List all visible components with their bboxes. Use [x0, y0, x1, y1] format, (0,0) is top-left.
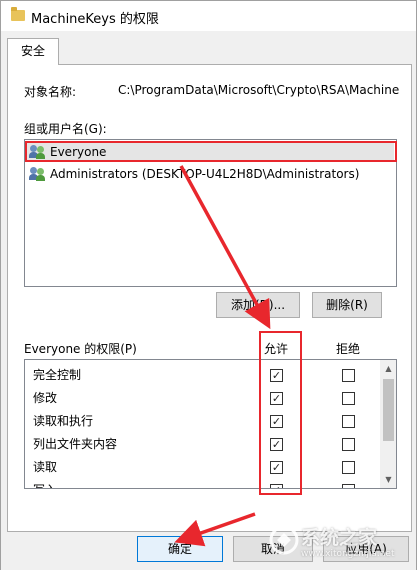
users-icon: [29, 145, 47, 159]
permissions-dialog: MachineKeys 的权限 安全 对象名称: C:\ProgramData\…: [0, 0, 417, 570]
deny-checkbox-modify[interactable]: [342, 392, 355, 405]
deny-checkbox-write[interactable]: [342, 484, 355, 488]
allow-checkbox-read-execute[interactable]: ✓: [270, 415, 283, 428]
permissions-label: Everyone 的权限(P): [24, 342, 137, 356]
list-item-everyone[interactable]: Everyone: [27, 142, 394, 162]
scroll-thumb[interactable]: [383, 379, 394, 441]
list-item-administrators[interactable]: Administrators (DESKTOP-U4L2H8D\Administ…: [27, 164, 394, 184]
scroll-down-icon[interactable]: ▼: [380, 471, 396, 488]
apply-button[interactable]: 应用(A): [323, 536, 409, 562]
deny-checkbox-list-folder[interactable]: [342, 438, 355, 451]
deny-checkbox-read[interactable]: [342, 461, 355, 474]
cancel-button[interactable]: 取消: [233, 536, 313, 562]
folder-icon: [11, 7, 25, 21]
permission-row: 修改: [33, 391, 58, 405]
permission-row: 完全控制: [33, 368, 82, 382]
permission-row: 读取和执行: [33, 414, 94, 428]
permission-row: 读取: [33, 460, 58, 474]
tab-security[interactable]: 安全: [7, 38, 59, 65]
allow-checkbox-write[interactable]: ✓: [270, 484, 283, 488]
permission-scrollbar[interactable]: ▲ ▼: [380, 360, 396, 488]
permission-row: 列出文件夹内容: [33, 437, 118, 451]
deny-column-header: 拒绝: [336, 342, 361, 356]
user-name: Administrators (DESKTOP-U4L2H8D\Administ…: [50, 167, 360, 181]
add-button[interactable]: 添加(D)...: [216, 292, 300, 318]
permission-row: 写入: [33, 479, 57, 488]
allow-checkbox-list-folder[interactable]: ✓: [270, 438, 283, 451]
users-icon: [29, 167, 47, 181]
title-bar[interactable]: MachineKeys 的权限: [1, 1, 416, 31]
deny-checkbox-read-execute[interactable]: [342, 415, 355, 428]
allow-column-header: 允许: [264, 342, 289, 356]
dialog-footer: 确定 取消 应用(A): [1, 532, 416, 570]
scroll-up-icon[interactable]: ▲: [380, 360, 396, 377]
deny-checkbox-full-control[interactable]: [342, 369, 355, 382]
security-panel: 对象名称: C:\ProgramData\Microsoft\Crypto\RS…: [7, 64, 412, 532]
object-name-value: C:\ProgramData\Microsoft\Crypto\RSA\Mach…: [118, 83, 400, 97]
allow-checkbox-read[interactable]: ✓: [270, 461, 283, 474]
user-name: Everyone: [50, 145, 107, 159]
ok-button[interactable]: 确定: [137, 536, 223, 562]
remove-button[interactable]: 删除(R): [312, 292, 382, 318]
allow-checkbox-full-control[interactable]: ✓: [270, 369, 283, 382]
object-name-label: 对象名称:: [24, 85, 77, 99]
window-title: MachineKeys 的权限: [31, 12, 159, 27]
group-user-list[interactable]: Everyone Administrators (DESKTOP-U4L2H8D…: [24, 139, 397, 287]
allow-checkbox-modify[interactable]: ✓: [270, 392, 283, 405]
permission-list[interactable]: 完全控制 ✓ 修改 ✓ 读取和执行 ✓ 列出文件夹内容 ✓ 读取 ✓ 写入 ✓ …: [24, 359, 397, 489]
group-list-label: 组或用户名(G):: [24, 122, 107, 136]
